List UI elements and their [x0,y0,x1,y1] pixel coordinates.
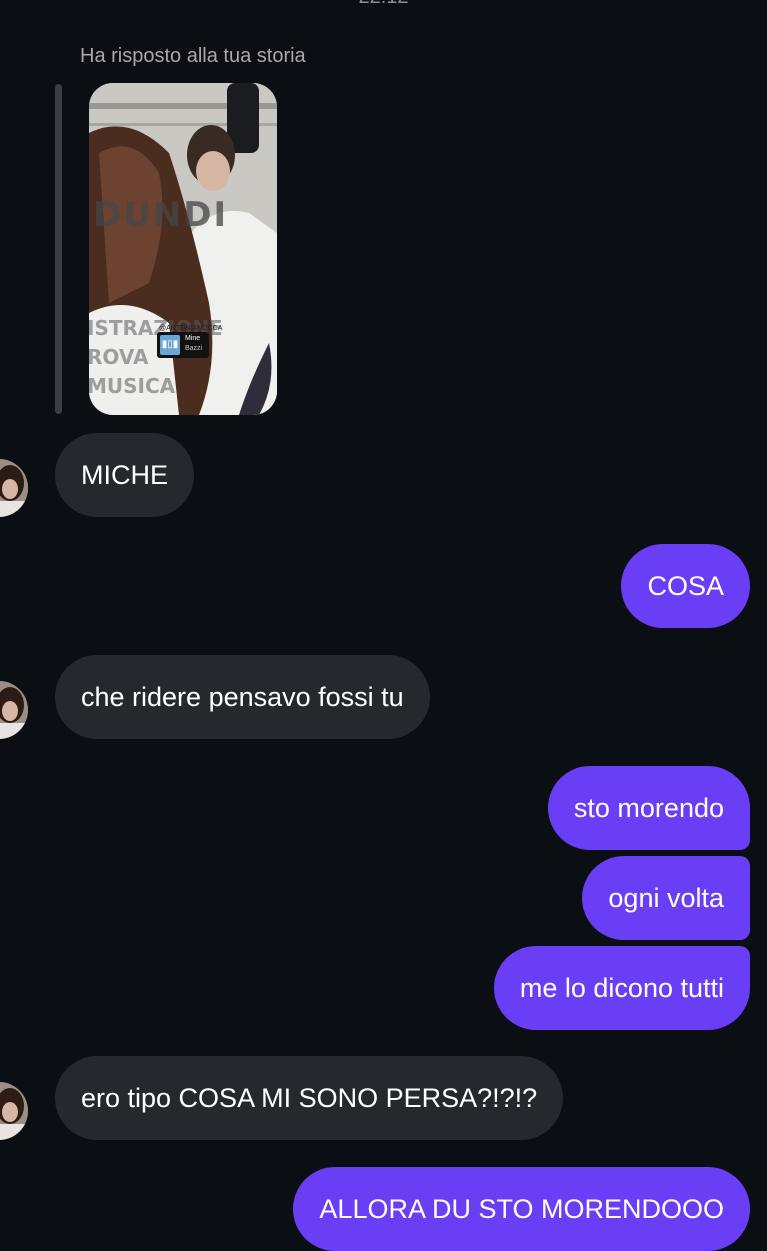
contact-avatar[interactable] [0,1082,28,1140]
message-bubble-outgoing[interactable]: ALLORA DU STO MORENDOOO [293,1167,750,1251]
story-overlay-line-3: MUSICA [89,374,176,398]
contact-avatar[interactable] [0,459,28,517]
message-bubble-incoming[interactable]: ero tipo COSA MI SONO PERSA?!?!? [55,1056,564,1140]
message-bubble-outgoing[interactable]: me lo dicono tutti [493,946,750,1030]
avatar-photo [0,681,28,739]
music-sticker[interactable]: ▮▯▮ Mine Bazzi [157,332,209,358]
avatar-photo [0,459,28,517]
music-artist: Bazzi [185,345,203,352]
message-bubble-outgoing[interactable]: ogni volta [582,856,750,940]
music-title: Mine [185,335,201,342]
story-overlay-word: DUNDI [93,195,229,235]
message-bubble-outgoing[interactable]: COSA [621,544,750,628]
story-reply-label: Ha risposto alla tua storia [80,45,306,67]
avatar-photo [0,1082,28,1140]
story-overlay-line-2: ROVA [89,345,149,369]
contact-avatar[interactable] [0,681,28,739]
message-bubble-incoming[interactable]: che ridere pensavo fossi tu [55,655,430,739]
message-bubble-outgoing[interactable]: sto morendo [547,766,750,850]
story-handle: @ANTONIANOCCA [159,325,223,332]
music-waveform-icon: ▮▯▮ [160,335,180,355]
reply-indicator-bar [55,84,62,414]
story-thumbnail[interactable]: DUNDI ISTRAZIONE ROVA MUSICA @ANTONIANOC… [89,83,277,415]
message-bubble-incoming[interactable]: MICHE [55,433,194,517]
timestamp: 22:12 [0,0,767,9]
